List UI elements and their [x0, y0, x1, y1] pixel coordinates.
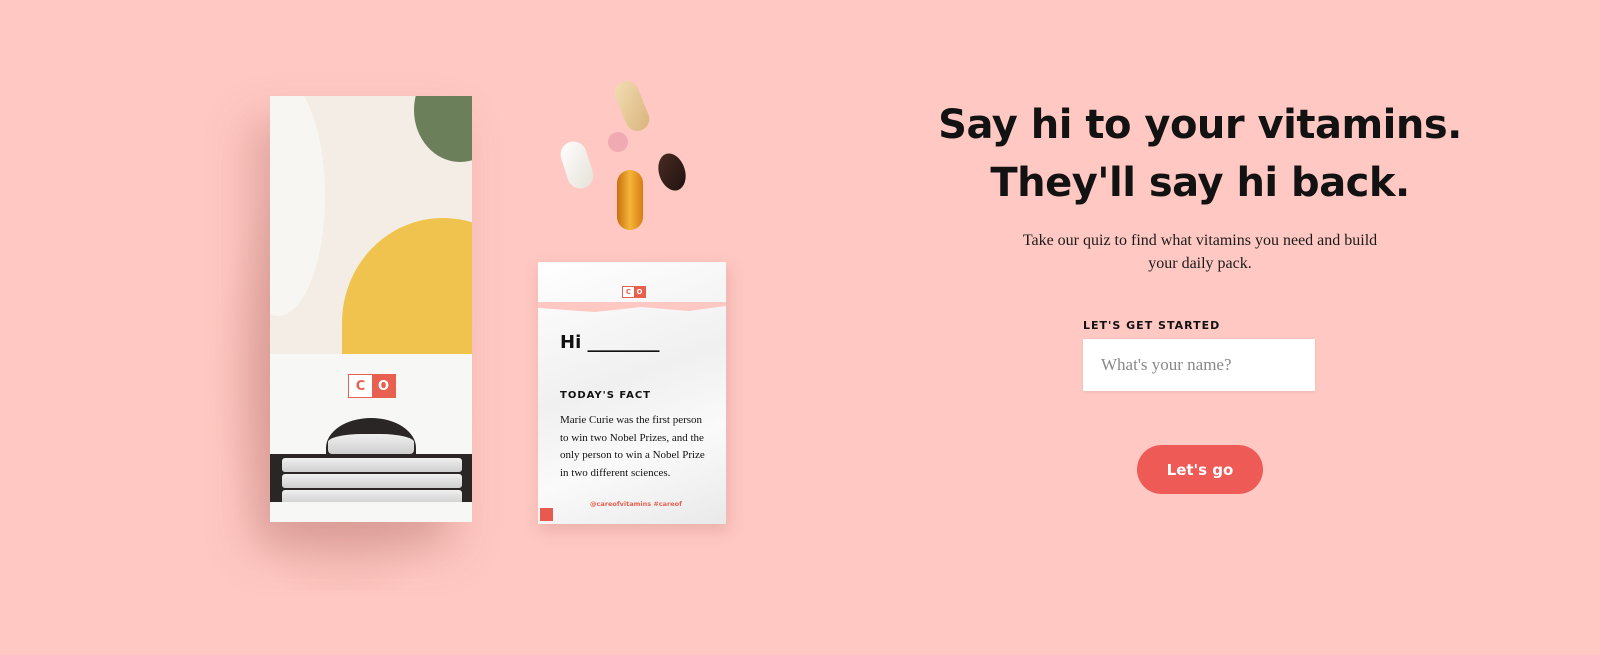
box-packet: [282, 458, 462, 472]
box-foot: [270, 502, 472, 522]
sachet-corner-mark: [540, 508, 553, 521]
sachet-tear-line: [538, 302, 726, 312]
vitamin-sachet-image: C O Hi ________ TODAY'S FACT Marie Curie…: [538, 262, 726, 524]
name-field-label: LET'S GET STARTED: [1083, 319, 1221, 332]
hero-subtext: Take our quiz to find what vitamins you …: [1022, 232, 1378, 272]
headline-line-2: They'll say hi back.: [990, 160, 1410, 206]
box-packet: [328, 434, 414, 454]
sachet-logo: C O: [622, 286, 646, 298]
lets-go-button[interactable]: Let's go: [1137, 445, 1263, 494]
sachet-logo-c: C: [623, 287, 634, 297]
name-input[interactable]: [1083, 339, 1315, 391]
sachet-logo-o: O: [634, 287, 645, 297]
box-packet: [282, 474, 462, 488]
sachet-hashtags: @careofvitamins #careof: [590, 500, 682, 508]
box-logo-c: C: [349, 375, 372, 397]
softgel-dark-image: [653, 149, 691, 195]
sachet-fact-title: TODAY'S FACT: [560, 390, 651, 401]
page-title: Say hi to your vitamins. They'll say hi …: [920, 96, 1480, 212]
headline-line-1: Say hi to your vitamins.: [938, 102, 1462, 148]
box-decoration-green: [414, 96, 472, 162]
box-decoration-light: [270, 96, 325, 316]
hero-section: C O C O Hi ________ TODAY'S FACT Marie C…: [0, 0, 1600, 655]
vitamin-box-image: C O: [270, 96, 472, 522]
capsule-white-image: [557, 138, 597, 192]
box-logo: C O: [348, 374, 396, 398]
sachet-fact-body: Marie Curie was the first person to win …: [560, 414, 705, 479]
capsule-beige-image: [611, 77, 653, 135]
softgel-gold-image: [617, 170, 643, 230]
tablet-pink-image: [608, 132, 628, 152]
sachet-greeting: Hi ________: [560, 332, 660, 353]
box-logo-o: O: [372, 375, 395, 397]
